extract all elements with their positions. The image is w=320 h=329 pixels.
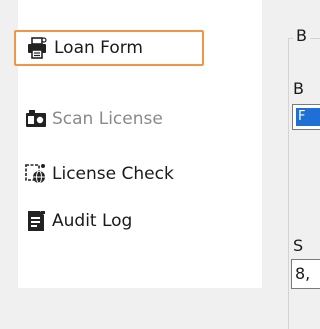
sidebar-item-label: Audit Log	[52, 210, 133, 231]
globe-document-check-icon	[24, 162, 48, 186]
sidebar-item-scan-license[interactable]: Scan License	[24, 104, 163, 134]
text-input[interactable]: 8,	[291, 259, 320, 289]
field-label: S	[293, 236, 304, 255]
printer-form-icon	[26, 36, 50, 60]
sidebar-item-label: Scan License	[52, 108, 163, 129]
sidebar: Loan Form Scan License License Check Aud…	[0, 0, 262, 314]
group-title: B	[293, 26, 310, 45]
sidebar-item-label: Loan Form	[54, 37, 143, 58]
sidebar-item-loan-form[interactable]: Loan Form	[14, 30, 204, 66]
id-card-scan-icon	[24, 107, 48, 131]
select-value: F	[296, 108, 320, 126]
select-field[interactable]: F	[292, 104, 320, 130]
sidebar-item-audit-log[interactable]: Audit Log	[24, 206, 132, 236]
sidebar-item-label: License Check	[52, 163, 174, 184]
sidebar-item-license-check[interactable]: License Check	[24, 159, 174, 189]
field-label: B	[293, 79, 304, 98]
document-log-icon	[24, 209, 48, 233]
